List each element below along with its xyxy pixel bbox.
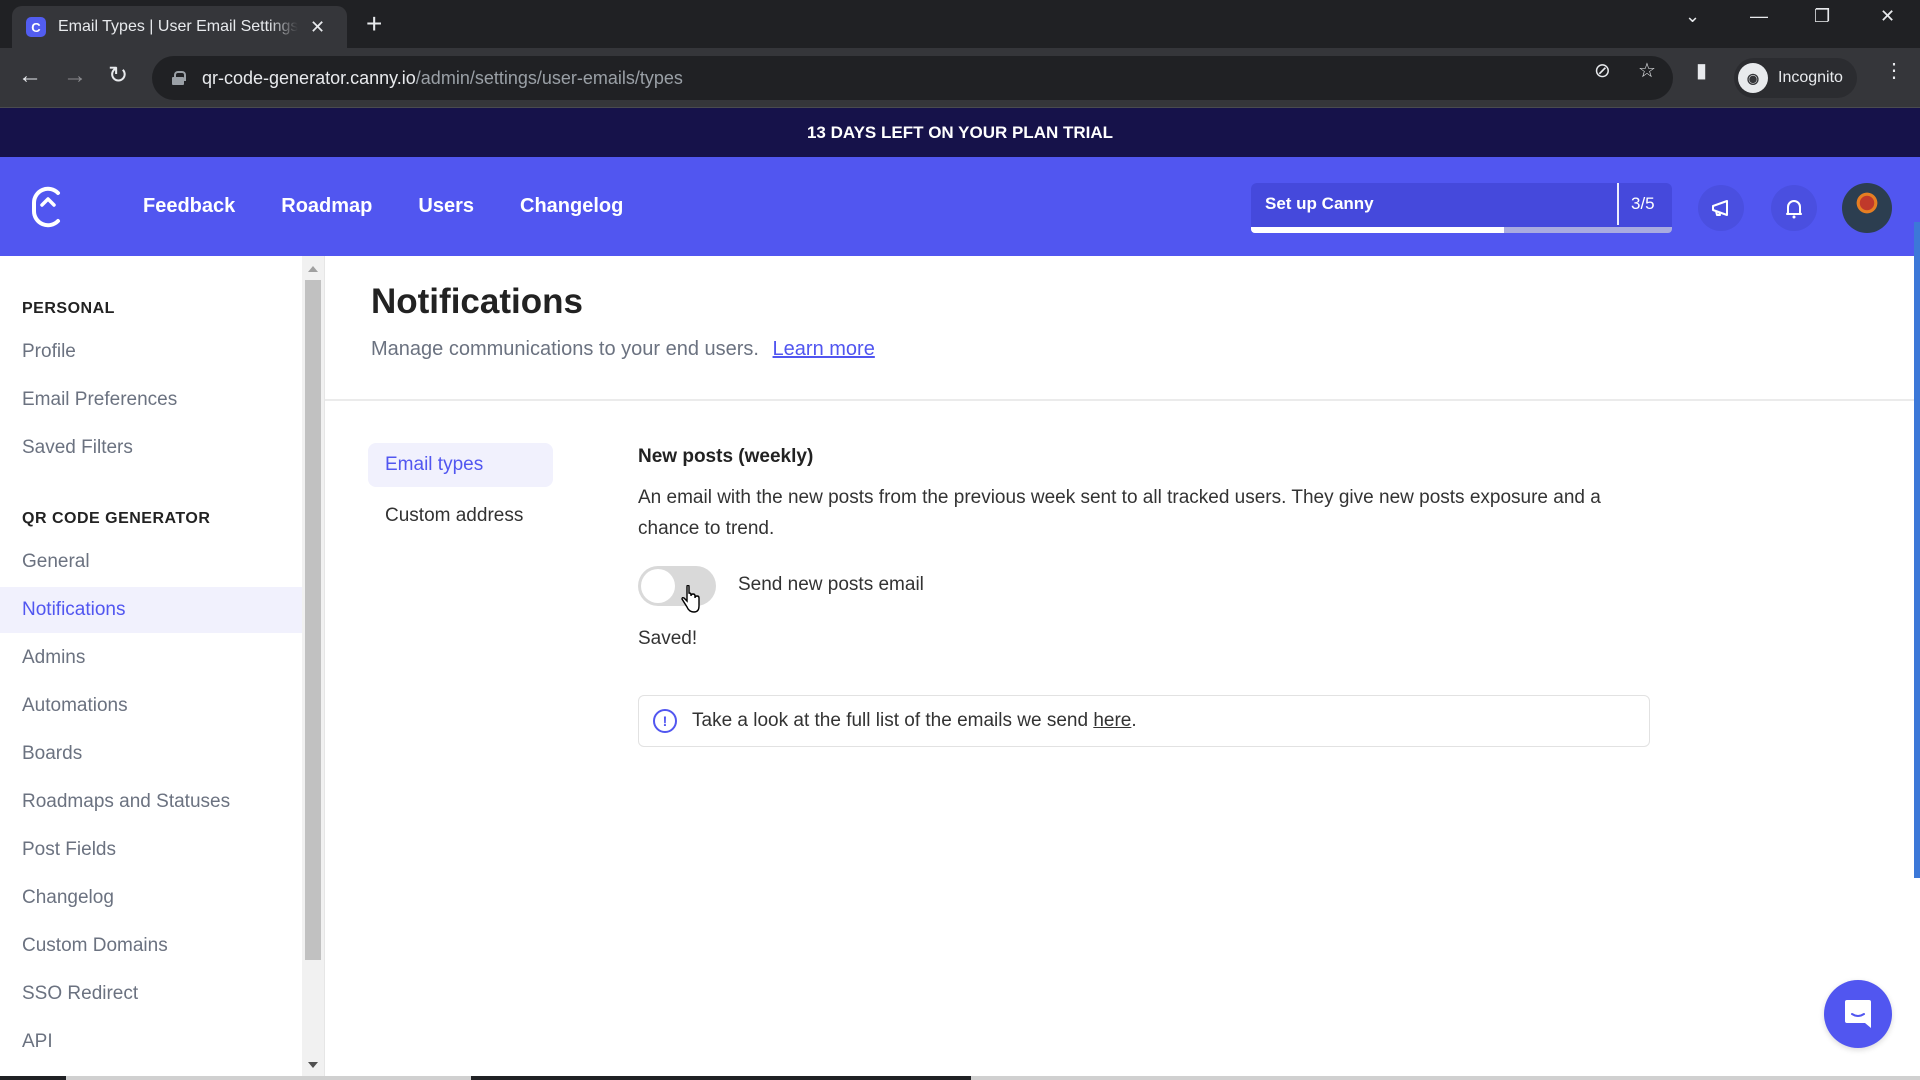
- trial-banner: 13 DAYS LEFT ON YOUR PLAN TRIAL: [0, 108, 1920, 157]
- setup-label: Set up Canny: [1265, 194, 1374, 213]
- page-title: Notifications: [371, 282, 583, 321]
- nav-roadmap[interactable]: Roadmap: [281, 195, 372, 218]
- scroll-up-arrow-icon[interactable]: [308, 266, 318, 272]
- info-callout: ! Take a look at the full list of the em…: [638, 695, 1650, 747]
- toggle-knob: [641, 569, 675, 603]
- incognito-profile[interactable]: ◉ Incognito: [1734, 58, 1857, 98]
- browser-tab-bar: C Email Types | User Email Settings ✕ + …: [0, 0, 1920, 48]
- taskbar-strip: [0, 1076, 1920, 1080]
- lock-icon: [172, 71, 186, 85]
- browser-toolbar: ← → ↻ qr-code-generator.canny.io/admin/s…: [0, 48, 1920, 108]
- setup-count: 3/5: [1631, 194, 1655, 213]
- browser-menu-icon[interactable]: ⋮: [1884, 58, 1904, 83]
- sidebar-item-sso-redirect[interactable]: SSO Redirect: [0, 971, 302, 1017]
- address-bar[interactable]: qr-code-generator.canny.io/admin/setting…: [152, 56, 1673, 100]
- nav-feedback[interactable]: Feedback: [143, 195, 235, 218]
- setup-divider: [1617, 183, 1619, 225]
- sidebar-item-notifications[interactable]: Notifications: [0, 587, 302, 633]
- chat-icon: [1845, 1000, 1871, 1028]
- sidebar-item-email-preferences[interactable]: Email Preferences: [0, 377, 302, 423]
- notifications-button[interactable]: [1771, 185, 1817, 231]
- scroll-down-arrow-icon[interactable]: [308, 1062, 318, 1068]
- info-text-suffix: .: [1131, 710, 1137, 731]
- close-window-button[interactable]: ✕: [1880, 6, 1895, 27]
- sidebar-item-profile[interactable]: Profile: [0, 329, 302, 375]
- sidebar-item-admins[interactable]: Admins: [0, 635, 302, 681]
- sidebar-item-custom-domains[interactable]: Custom Domains: [0, 923, 302, 969]
- sidebar-item-changelog[interactable]: Changelog: [0, 875, 302, 921]
- browser-tab[interactable]: C Email Types | User Email Settings ✕: [12, 6, 347, 48]
- close-tab-icon[interactable]: ✕: [310, 17, 325, 38]
- tab-search-icon[interactable]: ⌄: [1685, 6, 1700, 27]
- main-nav: Feedback Roadmap Users Changelog: [143, 157, 623, 256]
- trial-banner-text: 13 DAYS LEFT ON YOUR PLAN TRIAL: [806, 122, 1114, 142]
- taskbar-segment: [471, 1076, 971, 1080]
- hand-cursor-icon: [681, 585, 700, 613]
- canny-favicon-icon: C: [26, 17, 46, 37]
- sidebar-section-personal: PERSONAL: [22, 300, 115, 317]
- sidebar-section-qr-code-generator: QR CODE GENERATOR: [22, 510, 211, 527]
- announcements-button[interactable]: [1698, 185, 1744, 231]
- nav-users[interactable]: Users: [418, 195, 474, 218]
- reload-button[interactable]: ↻: [108, 62, 128, 90]
- email-type-title: New posts (weekly): [638, 446, 814, 467]
- send-new-posts-toggle[interactable]: [638, 566, 716, 606]
- minimize-button[interactable]: —: [1750, 6, 1768, 27]
- chat-support-button[interactable]: [1824, 980, 1892, 1048]
- sidebar-item-boards[interactable]: Boards: [0, 731, 302, 777]
- page-subtitle: Manage communications to your end users.…: [371, 338, 875, 361]
- sidebar-item-roadmaps-and-statuses[interactable]: Roadmaps and Statuses: [0, 779, 302, 825]
- megaphone-icon: [1712, 200, 1728, 216]
- forward-button[interactable]: →: [63, 62, 87, 90]
- bell-icon: [1786, 200, 1802, 219]
- settings-sidebar: PERSONAL Profile Email Preferences Saved…: [0, 256, 302, 1076]
- learn-more-link[interactable]: Learn more: [773, 338, 875, 360]
- saved-status: Saved!: [638, 628, 698, 649]
- toggle-label: Send new posts email: [738, 574, 924, 595]
- canny-logo-icon[interactable]: [30, 185, 66, 229]
- app-header: Feedback Roadmap Users Changelog Set up …: [0, 157, 1920, 256]
- url-path: /admin/settings/user-emails/types: [415, 67, 683, 88]
- info-text: Take a look at the full list of the emai…: [692, 710, 1137, 732]
- sidebar-item-automations[interactable]: Automations: [0, 683, 302, 729]
- new-tab-button[interactable]: +: [366, 8, 382, 40]
- bookmark-star-icon[interactable]: ☆: [1638, 58, 1656, 83]
- subnav-custom-address[interactable]: Custom address: [368, 494, 553, 538]
- info-icon: !: [653, 709, 677, 733]
- incognito-icon: ◉: [1738, 63, 1768, 93]
- sidebar-divider: [324, 256, 325, 1076]
- header-divider: [325, 399, 1915, 401]
- scrollbar-thumb[interactable]: [305, 280, 321, 960]
- subnav-email-types[interactable]: Email types: [368, 443, 553, 487]
- taskbar-segment: [0, 1076, 66, 1080]
- info-text-body: Take a look at the full list of the emai…: [692, 710, 1094, 731]
- setup-progress-fill: [1251, 227, 1504, 233]
- setup-canny-button[interactable]: Set up Canny 3/5: [1251, 183, 1672, 233]
- back-button[interactable]: ←: [18, 62, 42, 90]
- side-panel-icon[interactable]: ▮: [1696, 58, 1707, 83]
- sidebar-item-general[interactable]: General: [0, 539, 302, 585]
- sidebar-item-post-fields[interactable]: Post Fields: [0, 827, 302, 873]
- sidebar-scrollbar[interactable]: [302, 256, 324, 1076]
- incognito-label: Incognito: [1778, 69, 1843, 86]
- emails-list-link[interactable]: here: [1093, 710, 1131, 731]
- user-avatar[interactable]: [1842, 183, 1892, 233]
- sidebar-item-saved-filters[interactable]: Saved Filters: [0, 425, 302, 471]
- email-type-description: An email with the new posts from the pre…: [638, 487, 1601, 539]
- nav-changelog[interactable]: Changelog: [520, 195, 623, 218]
- url-host: qr-code-generator.canny.io: [202, 67, 416, 88]
- tab-title: Email Types | User Email Settings: [58, 18, 298, 35]
- eye-off-icon[interactable]: ⊘: [1594, 58, 1611, 83]
- restore-button[interactable]: ❐: [1814, 6, 1830, 27]
- page-subtitle-text: Manage communications to your end users.: [371, 338, 759, 360]
- sidebar-item-api[interactable]: API: [0, 1019, 302, 1065]
- page-scrollbar[interactable]: [1914, 222, 1920, 878]
